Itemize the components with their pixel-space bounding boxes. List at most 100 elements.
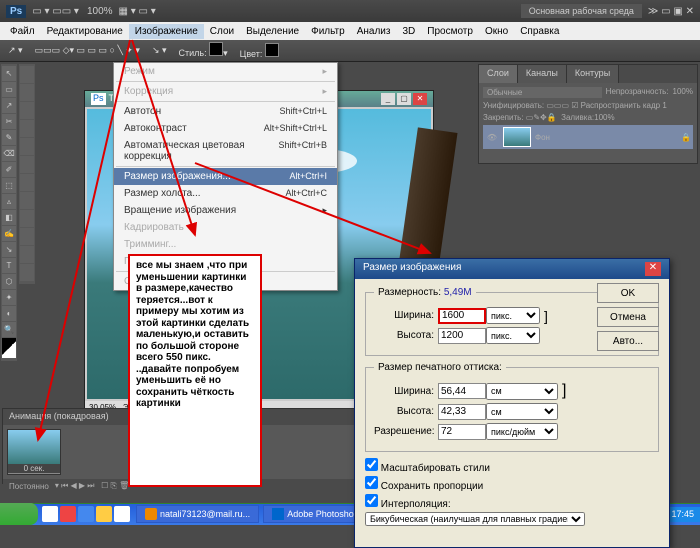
print-height-input[interactable] (438, 404, 486, 420)
panel-tab-icon[interactable] (20, 102, 34, 119)
doc-close-button[interactable]: ✕ (413, 93, 427, 105)
menu-файл[interactable]: Файл (4, 24, 41, 39)
link-icon[interactable]: ] (544, 308, 548, 324)
print-width-input[interactable] (438, 383, 486, 399)
visibility-icon[interactable]: 👁 (485, 133, 499, 142)
auto-button[interactable]: Авто... (597, 331, 659, 351)
panel-tab-icon[interactable] (20, 66, 34, 83)
tool-icon[interactable]: ⬚ (2, 178, 16, 193)
interpolation-select[interactable]: Бикубическая (наилучшая для плавных град… (365, 512, 585, 526)
panel-tab-icon[interactable] (20, 210, 34, 227)
layers-panel: Слои Каналы Контуры Обычные Непрозрачнос… (478, 64, 698, 164)
menu-item[interactable]: АвтотонShift+Ctrl+L (114, 103, 337, 120)
tool-icon[interactable]: ▵ (2, 194, 16, 209)
dialog-titlebar[interactable]: Размер изображения ✕ (355, 259, 669, 279)
toolbox-secondary (19, 64, 35, 284)
quick-launch[interactable] (42, 506, 130, 522)
layer-name: Фон (535, 133, 550, 142)
tool-icon[interactable]: ⬡ (2, 274, 16, 289)
cancel-button[interactable]: Отмена (597, 307, 659, 327)
tool-icon[interactable]: ✂ (2, 114, 16, 129)
menubar: ФайлРедактированиеИзображениеСлоиВыделен… (0, 22, 700, 40)
tab-paths[interactable]: Контуры (567, 65, 619, 83)
width-input[interactable] (438, 308, 486, 324)
tab-channels[interactable]: Каналы (518, 65, 567, 83)
resample-checkbox[interactable] (365, 494, 378, 507)
color-swatch[interactable] (265, 43, 279, 57)
layer-row[interactable]: 👁 Фон 🔒 (483, 125, 693, 149)
ok-button[interactable]: OK (597, 283, 659, 303)
tool-icon[interactable]: ⌫ (2, 146, 16, 161)
app-titlebar: Ps ▭ ▾ ▭▭ ▾ 100% ▦ ▾ ▭ ▾ Основная рабоча… (0, 0, 700, 22)
tool-icon[interactable]: ✍ (2, 226, 16, 241)
menu-item[interactable]: Размер изображения...Alt+Ctrl+I (114, 168, 337, 185)
panel-tab-icon[interactable] (20, 156, 34, 173)
color-label: Цвет: (240, 49, 263, 59)
animation-frame[interactable]: 0 сек. (7, 429, 61, 475)
panel-tab-icon[interactable] (20, 228, 34, 245)
width-unit[interactable]: пикс. (486, 307, 540, 324)
tool-icon[interactable]: ◧ (2, 210, 16, 225)
print-height-unit[interactable]: см (486, 403, 558, 420)
window-controls[interactable]: ≫ ▭ ▣ ✕ (648, 6, 694, 17)
tool-icon[interactable]: ✐ (2, 162, 16, 177)
app-logo: Ps (6, 5, 26, 18)
workspace-selector[interactable]: Основная рабочая среда (521, 4, 642, 18)
menu-item[interactable]: Автоматическая цветовая коррекцияShift+C… (114, 137, 337, 165)
tool-icon[interactable]: ↖ (2, 66, 16, 81)
menu-просмотр[interactable]: Просмотр (421, 24, 479, 39)
tool-icon[interactable]: T (2, 258, 16, 273)
shape-mode[interactable]: ▭▭▭ ◇▾ ▭ ▭ ▭ ○ ╲ ✦ ▾ (35, 45, 140, 56)
dialog-close-button[interactable]: ✕ (645, 262, 661, 276)
link-icon[interactable]: ] (562, 382, 566, 400)
scale-styles-checkbox[interactable] (365, 458, 378, 471)
resolution-input[interactable] (438, 424, 486, 440)
clock: 17:45 (671, 509, 694, 519)
color-swatches[interactable] (2, 338, 16, 358)
tool-icon[interactable]: ✦ (2, 290, 16, 305)
tool-icon[interactable]: ✎ (2, 130, 16, 145)
resolution-unit[interactable]: пикс/дюйм (486, 423, 558, 440)
zoom-level[interactable]: 100% (87, 6, 113, 17)
menu-item[interactable]: Размер холста...Alt+Ctrl+C (114, 185, 337, 202)
panel-tab-icon[interactable] (20, 120, 34, 137)
height-input[interactable] (438, 328, 486, 344)
tool-icon[interactable]: ◐ (2, 306, 16, 321)
print-width-unit[interactable]: см (486, 383, 558, 400)
panel-tab-icon[interactable] (20, 264, 34, 281)
constrain-checkbox[interactable] (365, 476, 378, 489)
start-button[interactable] (0, 503, 38, 525)
menu-редактирование[interactable]: Редактирование (41, 24, 129, 39)
titlebar-controls[interactable]: ▭ ▾ ▭▭ ▾ (32, 6, 79, 17)
menu-item[interactable]: Вращение изображения ▸ (114, 202, 337, 219)
tool-icon[interactable]: ↘ (2, 242, 16, 257)
doc-maximize-button[interactable]: ▢ (397, 93, 411, 105)
menu-изображение[interactable]: Изображение (129, 24, 204, 39)
tool-icon[interactable]: ▭ (2, 82, 16, 97)
panel-tab-icon[interactable] (20, 174, 34, 191)
taskbar-task[interactable]: natali73123@mail.ru... (136, 505, 259, 523)
tab-layers[interactable]: Слои (479, 65, 518, 83)
arrow-option[interactable]: ↘ ▾ (152, 45, 167, 56)
menu-анализ[interactable]: Анализ (351, 24, 397, 39)
menu-окно[interactable]: Окно (479, 24, 514, 39)
panel-tab-icon[interactable] (20, 246, 34, 263)
panel-tab-icon[interactable] (20, 138, 34, 155)
layer-thumbnail[interactable] (503, 127, 531, 147)
tool-icon[interactable]: ↗ (2, 98, 16, 113)
tool-icon[interactable]: 🔍 (2, 322, 16, 337)
menu-item: Коррекция ▸ (114, 83, 337, 100)
panel-tab-icon[interactable] (20, 192, 34, 209)
menu-фильтр[interactable]: Фильтр (305, 24, 351, 39)
view-controls[interactable]: ▦ ▾ ▭ ▾ (119, 6, 156, 17)
style-swatch[interactable] (209, 42, 223, 56)
menu-item[interactable]: АвтоконтрастAlt+Shift+Ctrl+L (114, 120, 337, 137)
doc-minimize-button[interactable]: _ (381, 93, 395, 105)
menu-выделение[interactable]: Выделение (240, 24, 305, 39)
menu-слои[interactable]: Слои (204, 24, 240, 39)
menu-3d[interactable]: 3D (396, 24, 421, 39)
tool-icon[interactable]: ↗ ▾ (8, 45, 23, 56)
menu-справка[interactable]: Справка (514, 24, 565, 39)
height-unit[interactable]: пикс. (486, 327, 540, 344)
panel-tab-icon[interactable] (20, 84, 34, 101)
